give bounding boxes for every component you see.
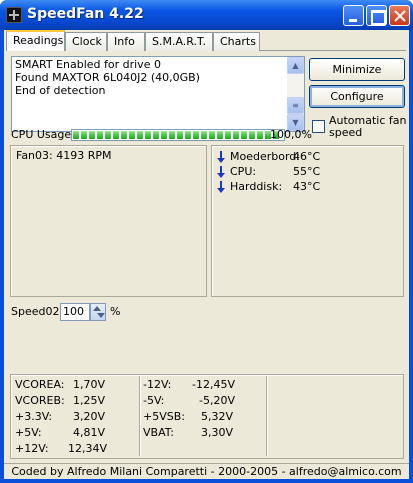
cpu-bar-segment xyxy=(113,131,119,139)
minimize-button[interactable]: Minimize xyxy=(309,58,405,81)
automatic-fan-speed-label: Automatic fan speed xyxy=(329,115,407,139)
cpu-bar-segment xyxy=(233,131,239,139)
fans-panel: Fan03: 4193 RPM xyxy=(10,145,207,297)
cpu-bar-segment xyxy=(81,131,87,139)
cpu-bar-segment xyxy=(185,131,191,139)
voltage-name: +5VSB: xyxy=(143,410,185,423)
voltage-separator xyxy=(139,376,140,456)
log-line: SMART Enabled for drive 0 xyxy=(15,58,161,71)
client-area: Readings Clock Info S.M.A.R.T. Charts SM… xyxy=(4,30,409,479)
speed-stepper[interactable] xyxy=(90,303,106,321)
cpu-bar-segment xyxy=(257,131,263,139)
voltage-value: 5,32V xyxy=(201,410,234,423)
title-bar[interactable]: SpeedFan 4.22 xyxy=(0,0,413,30)
fan-icon[interactable] xyxy=(6,7,22,23)
cpu-usage-bar xyxy=(71,129,285,141)
voltage-value: 3,20V xyxy=(73,410,106,423)
cpu-bar-segment xyxy=(217,131,223,139)
cpu-bar-segment xyxy=(89,131,95,139)
voltage-name: +3.3V: xyxy=(15,410,53,423)
cpu-bar-segment xyxy=(169,131,175,139)
arrow-down-icon xyxy=(216,165,226,179)
tab-smart[interactable]: S.M.A.R.T. xyxy=(145,32,213,51)
voltage-name: VBAT: xyxy=(143,426,174,439)
cpu-bar-segment xyxy=(145,131,151,139)
cpu-bar-segment xyxy=(161,131,167,139)
speed-input[interactable]: 100 xyxy=(60,303,90,321)
voltage-name: VCOREB: xyxy=(15,394,65,407)
voltage-name: +5V: xyxy=(15,426,42,439)
cpu-bar-segment xyxy=(129,131,135,139)
temp-name: Harddisk: xyxy=(230,180,283,193)
cpu-bar-segment xyxy=(193,131,199,139)
cpu-bar-segment xyxy=(241,131,247,139)
auto-fan-label-line2: speed xyxy=(329,126,363,139)
tab-clock[interactable]: Clock xyxy=(65,32,107,51)
voltage-value: 3,30V xyxy=(201,426,234,439)
close-icon[interactable] xyxy=(389,5,410,26)
window-title: SpeedFan 4.22 xyxy=(27,6,144,22)
cpu-bar-segment xyxy=(73,131,79,139)
voltage-name: VCOREA: xyxy=(15,378,65,391)
cpu-bar-segment xyxy=(209,131,215,139)
tab-readings[interactable]: Readings xyxy=(6,30,65,51)
scroll-thumb[interactable]: ≡ xyxy=(287,97,304,114)
log-box[interactable]: SMART Enabled for drive 0 Found MAXTOR 6… xyxy=(11,56,305,132)
cpu-bar-segment xyxy=(201,131,207,139)
voltage-name: -12V: xyxy=(143,378,172,391)
cpu-bar-segment xyxy=(249,131,255,139)
fan-name: Fan03: xyxy=(16,149,53,162)
arrow-down-icon xyxy=(216,180,226,194)
voltage-value: 1,70V xyxy=(73,378,106,391)
cpu-bar-segment xyxy=(105,131,111,139)
cpu-usage-label: CPU Usage xyxy=(11,128,72,141)
log-scrollbar[interactable]: ▲ ≡ ▼ xyxy=(287,57,304,131)
minimize-icon[interactable] xyxy=(343,5,364,26)
voltage-value: 1,25V xyxy=(73,394,106,407)
voltage-separator xyxy=(266,376,267,456)
configure-button[interactable]: Configure xyxy=(309,85,405,108)
maximize-icon[interactable] xyxy=(366,5,387,26)
status-footer: Coded by Alfredo Milani Comparetti - 200… xyxy=(4,463,409,479)
temp-name: CPU: xyxy=(230,165,257,178)
log-lines: SMART Enabled for drive 0 Found MAXTOR 6… xyxy=(15,58,200,97)
cpu-usage-value: 100,0% xyxy=(270,128,312,141)
voltage-value: -5,20V xyxy=(199,394,235,407)
fan-value: 4193 RPM xyxy=(56,149,112,162)
temp-value: 46°C xyxy=(293,150,321,163)
cpu-bar-segment xyxy=(153,131,159,139)
cpu-bar-segment xyxy=(137,131,143,139)
temp-value: 43°C xyxy=(293,180,321,193)
cpu-bar-segment xyxy=(97,131,103,139)
voltage-value: -12,45V xyxy=(192,378,235,391)
cpu-bar-segment xyxy=(121,131,127,139)
temp-value: 55°C xyxy=(293,165,321,178)
automatic-fan-speed-checkbox[interactable] xyxy=(312,120,325,133)
voltage-value: 12,34V xyxy=(68,442,108,455)
cpu-bar-segment xyxy=(225,131,231,139)
cpu-bar-segment xyxy=(177,131,183,139)
voltage-name: -5V: xyxy=(143,394,165,407)
app-window: SpeedFan 4.22 Readings Clock Info S.M.A.… xyxy=(0,0,413,483)
log-line: End of detection xyxy=(15,84,106,97)
temperatures-panel: Moederbord: 46°C CPU: 55°C Harddisk: 43°… xyxy=(211,145,404,297)
temp-name: Moederbord: xyxy=(230,150,300,163)
arrow-down-icon xyxy=(216,150,226,164)
scroll-up-icon[interactable]: ▲ xyxy=(287,57,304,74)
log-line: Found MAXTOR 6L040J2 (40,0GB) xyxy=(15,71,200,84)
fan-reading: Fan03: 4193 RPM xyxy=(16,149,112,162)
speed-unit: % xyxy=(110,305,121,318)
tab-charts[interactable]: Charts xyxy=(213,32,260,51)
tab-info[interactable]: Info xyxy=(107,32,145,51)
voltage-value: 4,81V xyxy=(73,426,106,439)
cpu-usage-fill xyxy=(73,131,283,139)
speed-label: Speed02: xyxy=(11,305,64,318)
voltage-name: +12V: xyxy=(15,442,49,455)
